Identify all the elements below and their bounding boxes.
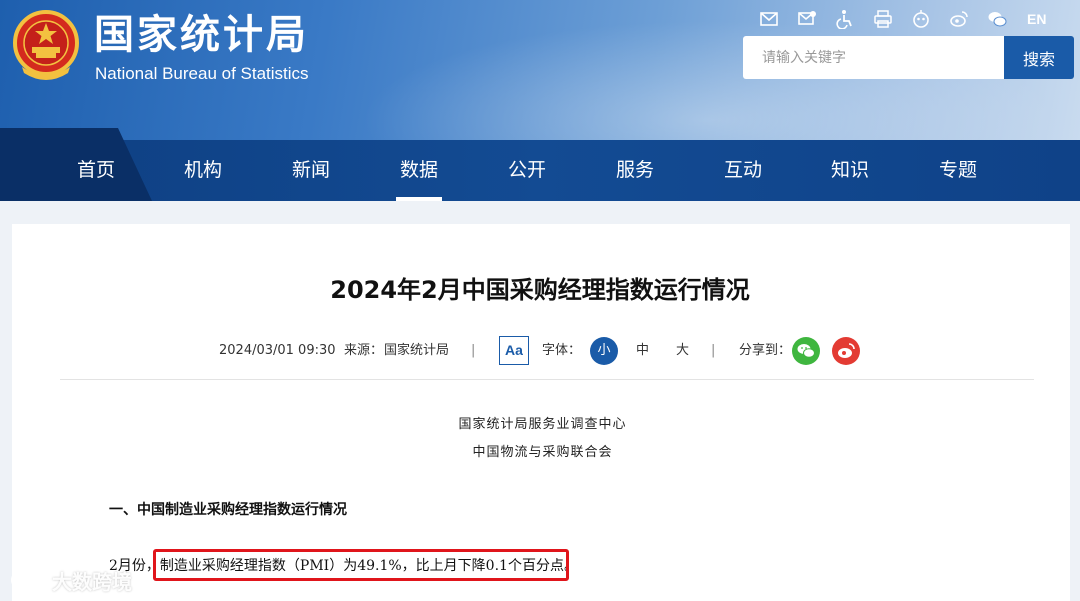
nav-item-news[interactable]: 新闻: [281, 140, 341, 201]
nav-item-data[interactable]: 数据: [389, 140, 449, 201]
meta-separator: |: [471, 343, 476, 358]
mail-icon[interactable]: [758, 8, 780, 30]
share-wechat-icon[interactable]: [792, 337, 820, 365]
search-input[interactable]: [743, 36, 1004, 79]
watermark: 大数跨境: [10, 566, 132, 594]
site-name-cn[interactable]: 国家统计局: [94, 10, 309, 60]
font-size-medium-button[interactable]: 中: [636, 343, 649, 359]
nav-item-knowledge[interactable]: 知识: [820, 140, 880, 201]
watermark-logo-icon: [11, 571, 45, 589]
issuing-org-2: 中国物流与采购联合会: [472, 445, 613, 460]
nav-item-service[interactable]: 服务: [605, 140, 665, 201]
robot-icon[interactable]: [910, 8, 932, 30]
nav-item-interact[interactable]: 互动: [713, 140, 773, 201]
section-heading: 一、中国制造业采购经理指数运行情况: [109, 502, 347, 518]
watermark-text: 大数跨境: [52, 569, 132, 594]
site-name-en[interactable]: National Bureau of Statistics: [95, 64, 309, 84]
nav-item-topics[interactable]: 专题: [928, 140, 988, 201]
accessibility-icon[interactable]: [834, 8, 856, 30]
nav-active-indicator: [396, 197, 442, 201]
share-weibo-icon[interactable]: [832, 337, 860, 365]
source-label: 来源：: [344, 343, 384, 358]
wechat-icon[interactable]: [986, 8, 1008, 30]
issuing-org-1: 国家统计局服务业调查中心: [458, 417, 627, 432]
lang-switch-en[interactable]: EN: [1027, 11, 1046, 27]
share-label: 分享到：: [739, 343, 792, 358]
weibo-icon[interactable]: [948, 8, 970, 30]
meta-divider: [60, 379, 1034, 380]
font-size-label: 字体：: [542, 343, 582, 358]
mail-subscribe-icon[interactable]: [796, 8, 818, 30]
font-size-small-button[interactable]: 小: [590, 337, 618, 365]
top-toolbar: EN: [758, 8, 1046, 30]
national-emblem-icon[interactable]: [12, 9, 80, 81]
source-name: 国家统计局: [384, 343, 450, 358]
nav-item-public[interactable]: 公开: [497, 140, 557, 201]
article-datetime: 2024/03/01 09:30: [219, 343, 336, 358]
article-title: 2024年2月中国采购经理指数运行情况: [330, 276, 750, 304]
nav-item-home[interactable]: 首页: [66, 140, 126, 201]
highlight-annotation-box: [153, 549, 569, 581]
font-size-large-button[interactable]: 大: [676, 343, 689, 359]
print-icon[interactable]: [872, 8, 894, 30]
nav-item-org[interactable]: 机构: [173, 140, 233, 201]
search-button[interactable]: 搜索: [1004, 36, 1074, 79]
meta-separator-2: |: [711, 343, 716, 358]
font-settings-icon[interactable]: Aa: [499, 336, 529, 365]
